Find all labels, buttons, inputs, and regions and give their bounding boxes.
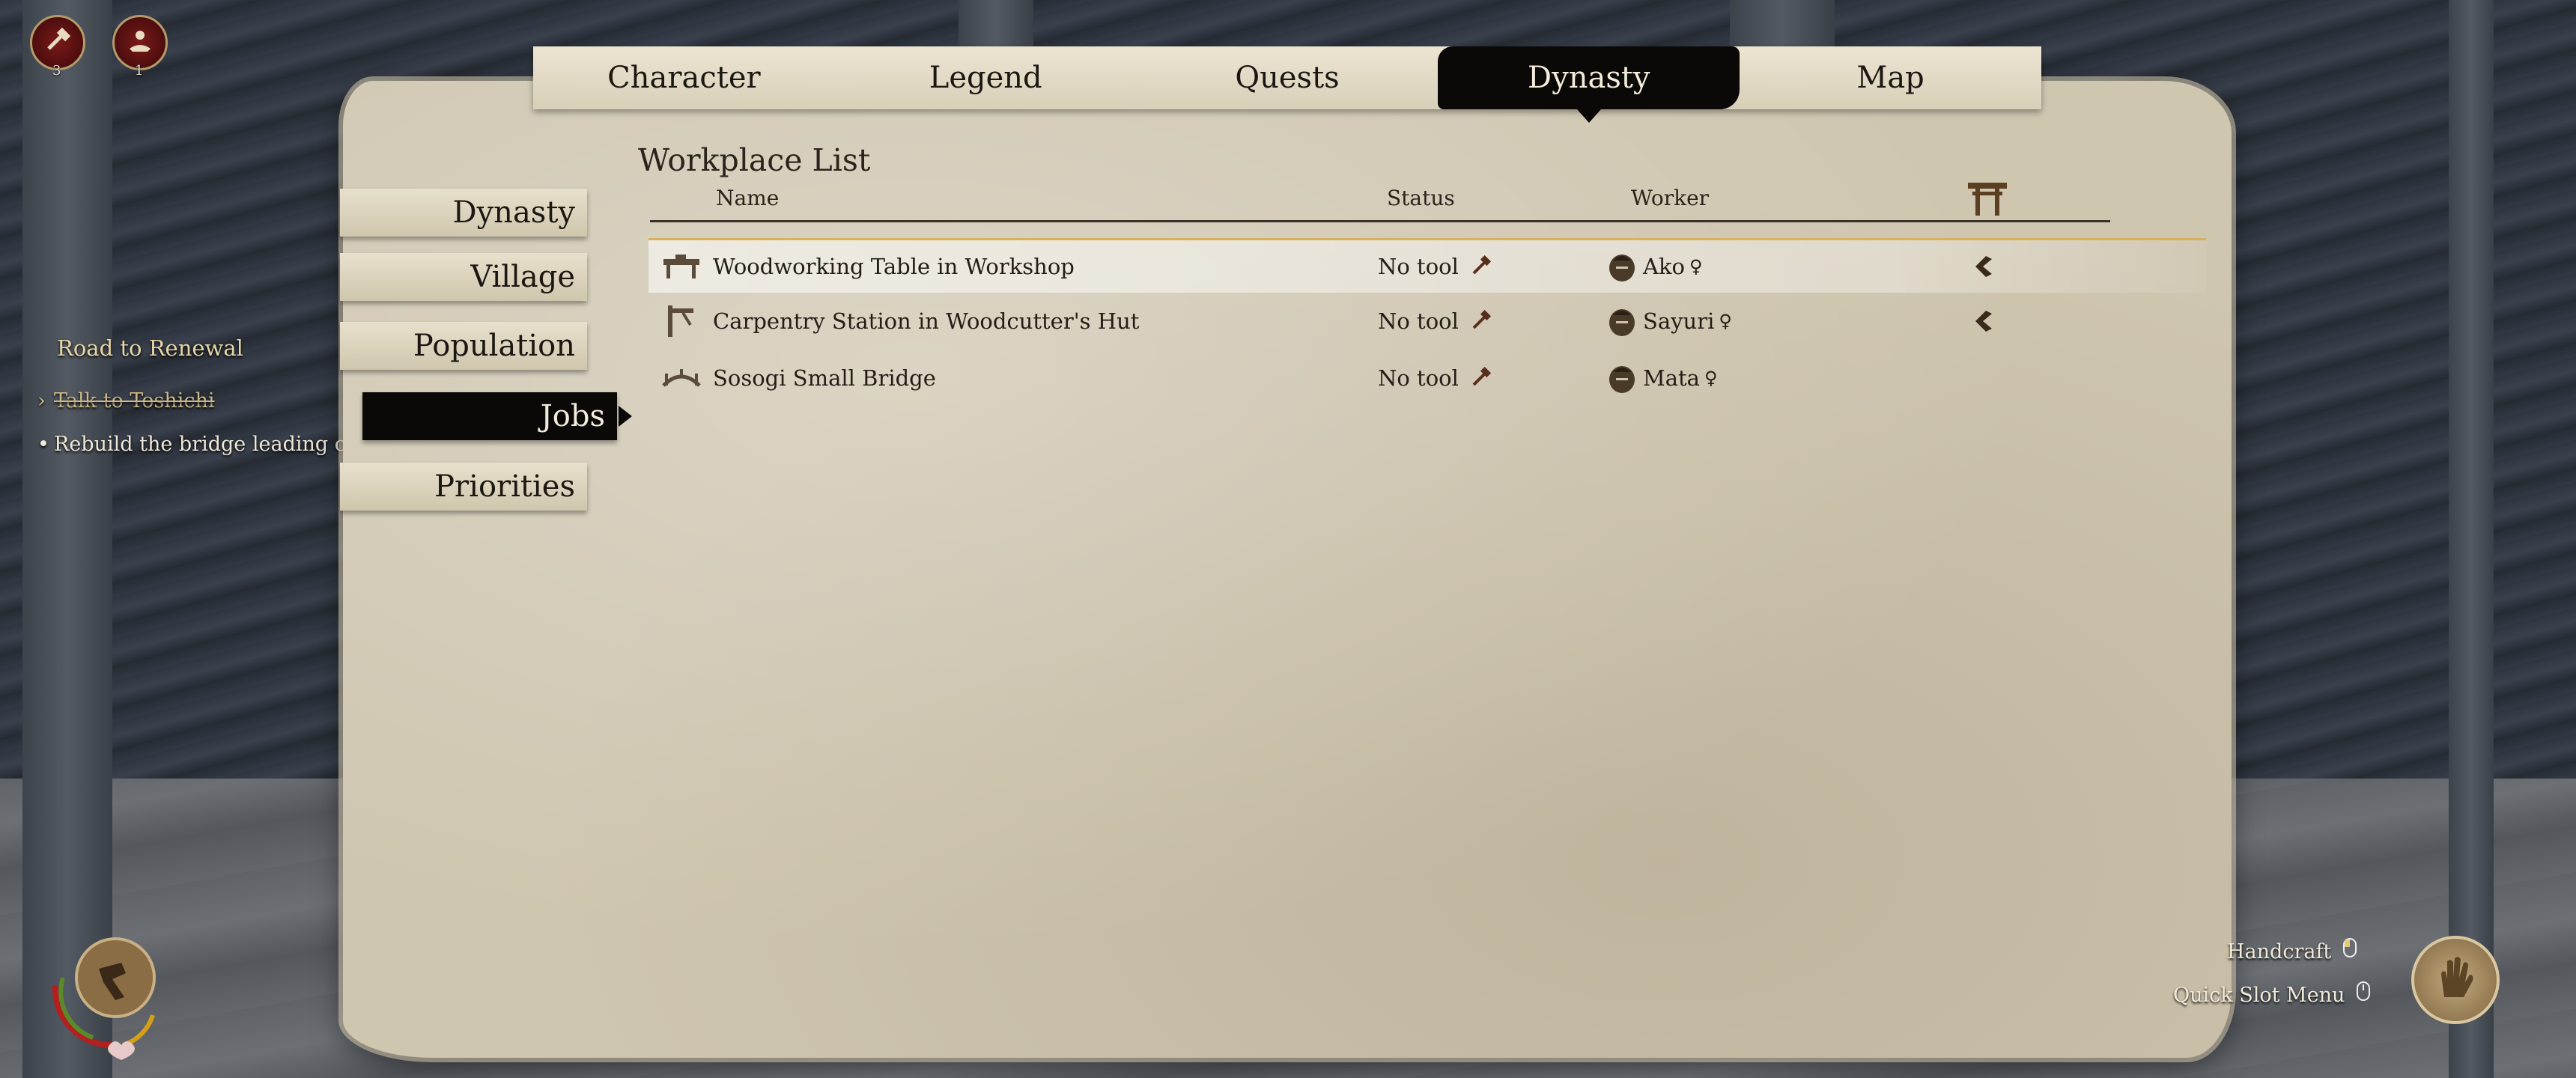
vitals-wheel — [40, 933, 183, 1060]
tab-map[interactable]: Map — [1740, 46, 2041, 109]
quest-title: Road to Renewal — [57, 335, 243, 361]
villager-badge — [112, 15, 168, 70]
quick-slot-prompt: Quick Slot Menu — [2173, 981, 2371, 1007]
no-tool-hammer-icon — [1469, 367, 1492, 389]
active-tab-caret — [1576, 109, 1601, 123]
female-icon: ♀ — [1719, 311, 1732, 332]
workplace-status: No tool — [1378, 295, 1492, 347]
tab-legend[interactable]: Legend — [835, 46, 1137, 109]
workplace-status: No tool — [1378, 352, 1492, 404]
heart-icon — [108, 1041, 135, 1060]
bridge-icon — [660, 352, 702, 404]
table-row[interactable]: Carpentry Station in Woodcutter's Hut No… — [648, 295, 2206, 347]
no-tool-hammer-icon — [1469, 310, 1492, 332]
column-header-worker[interactable]: Worker — [1631, 186, 1709, 210]
side-item-dynasty[interactable]: Dynasty — [340, 189, 587, 237]
no-tool-hammer-icon — [1469, 255, 1492, 278]
worker-portrait-icon — [1607, 305, 1637, 338]
side-item-jobs[interactable]: Jobs — [362, 392, 632, 440]
hammer-count: 3 — [52, 63, 61, 79]
workplace-name: Woodworking Table in Workshop — [713, 254, 1075, 279]
side-item-priorities[interactable]: Priorities — [340, 463, 587, 511]
table-row[interactable]: Woodworking Table in Workshop No tool Ak… — [648, 238, 2206, 293]
shrine-gate-icon — [1966, 178, 2008, 221]
open-hand-icon — [2429, 952, 2482, 1008]
journal-parchment — [343, 81, 2232, 1058]
active-item-arrow — [619, 406, 632, 427]
side-item-population[interactable]: Population — [340, 322, 587, 370]
tab-character[interactable]: Character — [533, 46, 835, 109]
tab-dynasty[interactable]: Dynasty — [1438, 46, 1740, 123]
worker-portrait-icon — [1607, 250, 1637, 283]
female-icon: ♀ — [1689, 256, 1703, 277]
side-item-village[interactable]: Village — [340, 253, 587, 301]
worker-cell[interactable]: Mata ♀ — [1607, 352, 1717, 404]
worker-cell[interactable]: Sayuri ♀ — [1607, 295, 1732, 347]
tab-quests[interactable]: Quests — [1137, 46, 1439, 109]
hammer-icon — [43, 26, 73, 59]
worker-name: Mata — [1643, 365, 1700, 391]
column-header-status[interactable]: Status — [1387, 186, 1455, 210]
assign-worker-button[interactable] — [1969, 295, 1999, 347]
hammer-badge — [30, 15, 85, 70]
quest-step-completed: › Talk to Toshichi — [37, 389, 215, 412]
workplace-name: Carpentry Station in Woodcutter's Hut — [713, 308, 1140, 334]
journal-tab-bar: Character Legend Quests Dynasty Map — [533, 46, 2041, 123]
handcraft-prompt: Handcraft — [2227, 937, 2357, 963]
workplace-status: No tool — [1378, 240, 1492, 293]
table-row[interactable]: Sosogi Small Bridge No tool Mata ♀ — [648, 352, 2206, 404]
workplace-name: Sosogi Small Bridge — [713, 365, 936, 391]
open-hand-button[interactable] — [2411, 936, 2500, 1024]
wooden-pillar — [22, 0, 112, 1078]
wooden-pillar — [2449, 0, 2494, 1078]
villager-hand-icon — [125, 26, 155, 59]
left-mouse-icon — [2342, 937, 2357, 958]
worker-portrait-icon — [1607, 362, 1637, 395]
workplace-list-title: Workplace List — [638, 142, 871, 178]
column-header-name[interactable]: Name — [716, 186, 779, 210]
carpentry-icon — [660, 295, 702, 347]
worker-name: Sayuri — [1643, 308, 1715, 334]
workbench-icon — [660, 240, 702, 293]
villager-count: 1 — [135, 63, 144, 79]
worker-name: Ako — [1643, 254, 1685, 279]
female-icon: ♀ — [1704, 368, 1718, 389]
assign-worker-button[interactable] — [1969, 240, 1999, 293]
worker-cell[interactable]: Ako ♀ — [1607, 240, 1703, 293]
quest-step-active: • Rebuild the bridge leading out — [37, 433, 368, 456]
table-header-divider — [650, 220, 2110, 222]
middle-mouse-icon — [2356, 981, 2371, 1002]
